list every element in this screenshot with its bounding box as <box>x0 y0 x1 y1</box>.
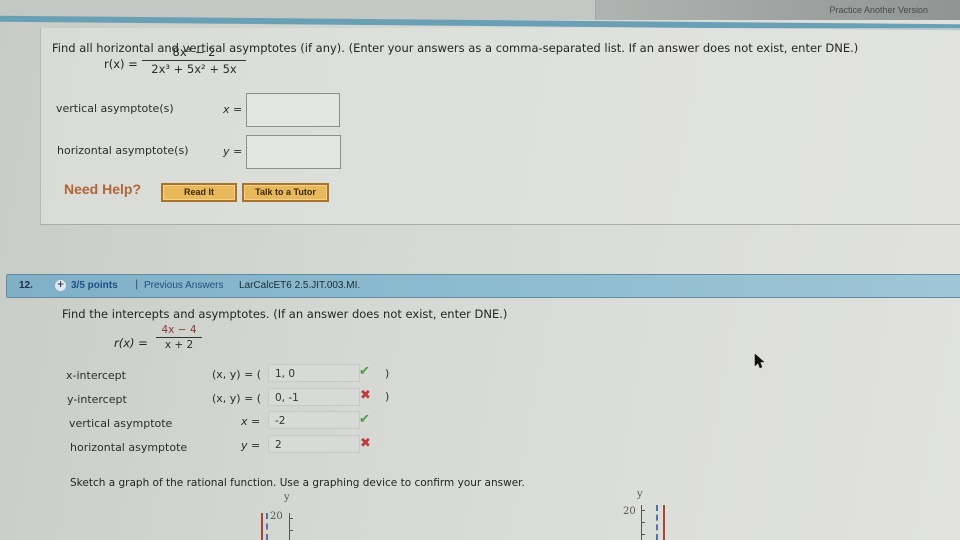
y-tick-label: 20 <box>270 511 283 522</box>
q11-function-lhs: r(x) = <box>104 57 138 71</box>
talk-to-tutor-button[interactable]: Talk to a Tutor <box>242 183 329 202</box>
y-intercept-input[interactable]: 0, -1 <box>268 388 360 406</box>
incorrect-cross-icon: ✖ <box>360 436 371 451</box>
x-intercept-input[interactable]: 1, 0 <box>268 364 360 382</box>
row-eq: (x, y) = ( <box>212 368 262 381</box>
y-tick-label: 20 <box>623 506 636 517</box>
row-label: horizontal asymptote <box>70 441 188 454</box>
question-code: LarCalcET6 2.5.JIT.003.MI. <box>239 280 361 291</box>
correct-check-icon: ✔ <box>359 364 370 379</box>
points-link[interactable]: 3/5 points <box>71 280 118 291</box>
vertical-asymptote-input[interactable]: -2 <box>268 411 360 429</box>
row-label: x-intercept <box>66 369 126 382</box>
q12-function-lhs: r(x) = <box>114 336 148 350</box>
y-axis-label: y <box>637 489 643 500</box>
fraction-bar <box>156 337 202 338</box>
need-help-label: Need Help? <box>64 181 142 197</box>
horizontal-eq-label: y = <box>223 145 243 158</box>
question-number: 12. <box>19 280 33 291</box>
y-tick <box>641 522 645 523</box>
q12-function-fraction: 4x − 4 x + 2 <box>156 324 202 351</box>
y-axis-label: y <box>284 492 290 503</box>
incorrect-cross-icon: ✖ <box>360 388 371 403</box>
row-eq: y = <box>241 439 261 452</box>
horizontal-asymptote-input[interactable]: 2 <box>268 435 360 453</box>
question-12-header: 12. + 3/5 points | Previous Answers LarC… <box>6 274 960 298</box>
y-tick <box>641 534 645 535</box>
closing-paren: ) <box>385 390 390 403</box>
practice-another-version-link[interactable]: Practice Another Version <box>829 5 928 15</box>
vertical-eq-label: x = <box>223 103 243 116</box>
q12-prompt: Find the intercepts and asymptotes. (If … <box>62 307 508 321</box>
expand-plus-icon[interactable]: + <box>55 280 66 291</box>
closing-paren: ) <box>385 367 390 380</box>
vertical-asymptotes-input[interactable] <box>246 93 340 127</box>
fraction-bar <box>142 60 246 61</box>
q11-denominator: 2x³ + 5x² + 5x <box>151 62 237 76</box>
vertical-asymptotes-label: vertical asymptote(s) <box>56 102 174 115</box>
sketch-prompt: Sketch a graph of the rational function.… <box>70 477 525 489</box>
previous-answers-link[interactable]: Previous Answers <box>144 280 223 291</box>
mouse-cursor-icon <box>754 353 765 369</box>
q12-numerator: 4x − 4 <box>161 324 197 336</box>
row-label: y-intercept <box>67 393 127 406</box>
y-tick <box>289 530 293 531</box>
read-it-button[interactable]: Read It <box>161 183 237 202</box>
horizontal-asymptotes-label: horizontal asymptote(s) <box>57 144 189 157</box>
row-eq: (x, y) = ( <box>212 392 262 405</box>
correct-check-icon: ✔ <box>359 412 370 427</box>
function-curve <box>663 505 665 540</box>
vertical-asymptote-dashed-line <box>266 513 268 540</box>
y-tick <box>289 518 293 519</box>
q12-denominator: x + 2 <box>164 339 194 351</box>
y-tick <box>641 510 645 511</box>
vertical-asymptote-dashed-line <box>656 505 658 540</box>
row-label: vertical asymptote <box>69 417 173 430</box>
horizontal-asymptotes-input[interactable] <box>246 135 341 169</box>
header-separator: | <box>135 279 139 290</box>
q11-numerator: 8x³ − 2 <box>172 45 216 59</box>
function-curve <box>261 513 263 540</box>
q11-function-fraction: 8x³ − 2 2x³ + 5x² + 5x <box>142 45 246 76</box>
row-eq: x = <box>241 415 261 428</box>
